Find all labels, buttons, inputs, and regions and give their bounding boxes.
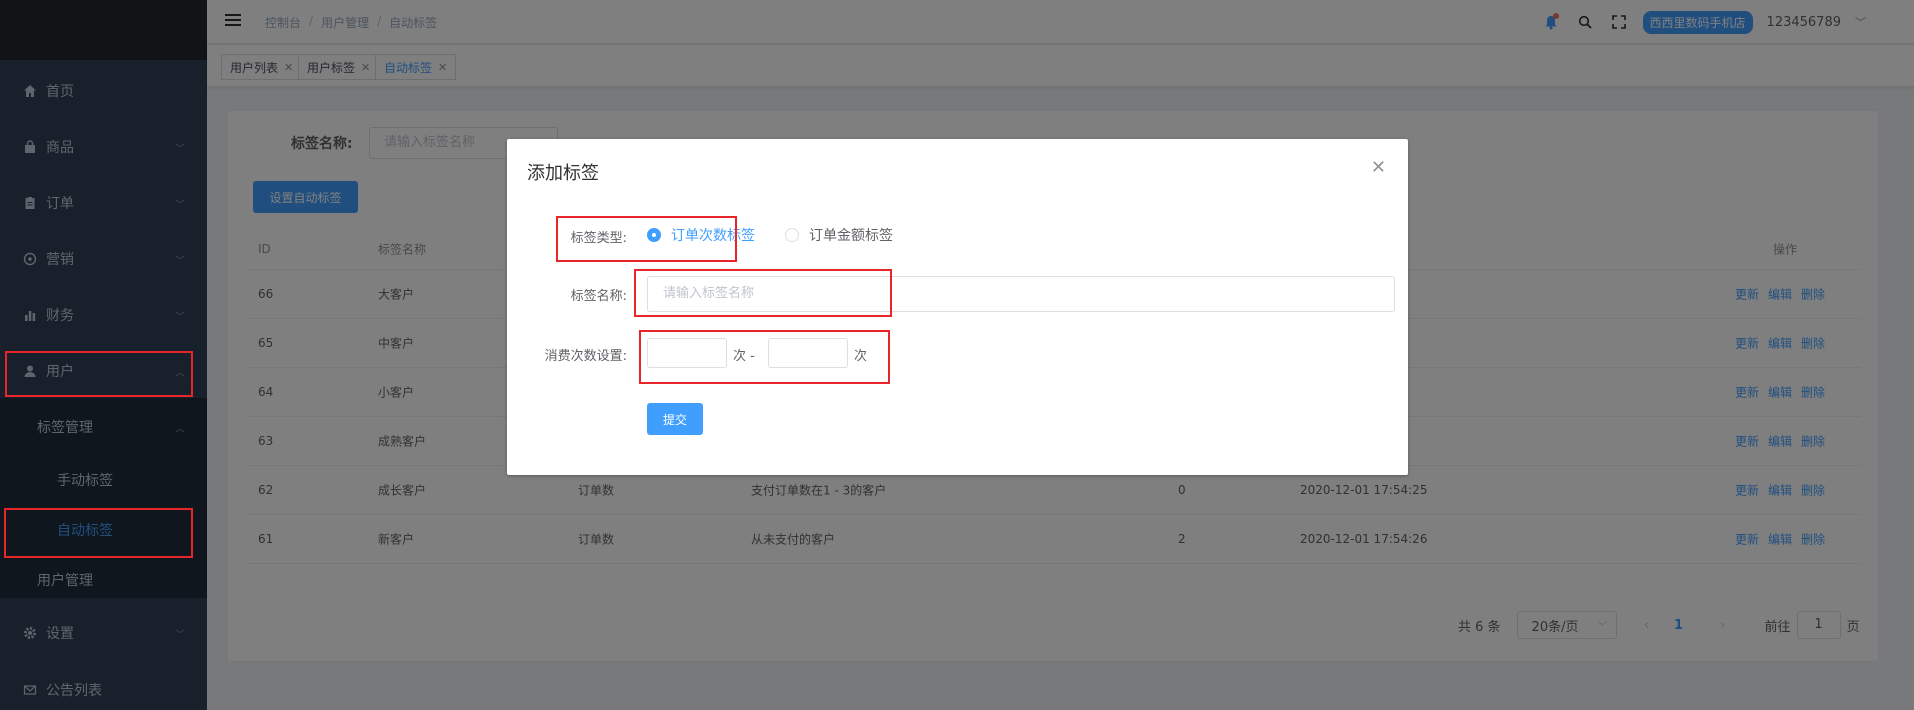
unit-to: 次 (854, 349, 868, 364)
radio-unchecked-icon (785, 228, 799, 242)
submit-button[interactable]: 提交 (647, 403, 703, 435)
close-icon[interactable]: ✕ (1371, 157, 1386, 178)
dialog-title: 添加标签 (527, 163, 599, 184)
tag-name-input[interactable]: 请输入标签名称 (647, 276, 1395, 312)
count-max-input[interactable] (768, 338, 848, 368)
add-tag-dialog: 添加标签 ✕ 标签类型: 订单次数标签 订单金额标签 标签名称: 请输入标签名称… (507, 139, 1408, 475)
radio-checked-icon (647, 228, 661, 242)
count-min-input[interactable] (647, 338, 727, 368)
tag-type-label: 标签类型: (570, 231, 627, 246)
count-setting-label: 消费次数设置: (544, 349, 627, 364)
radio-order-count[interactable]: 订单次数标签 (647, 225, 755, 245)
radio-order-amount[interactable]: 订单金额标签 (785, 225, 893, 245)
unit-from: 次 - (733, 349, 755, 364)
tag-name-label: 标签名称: (570, 289, 627, 304)
